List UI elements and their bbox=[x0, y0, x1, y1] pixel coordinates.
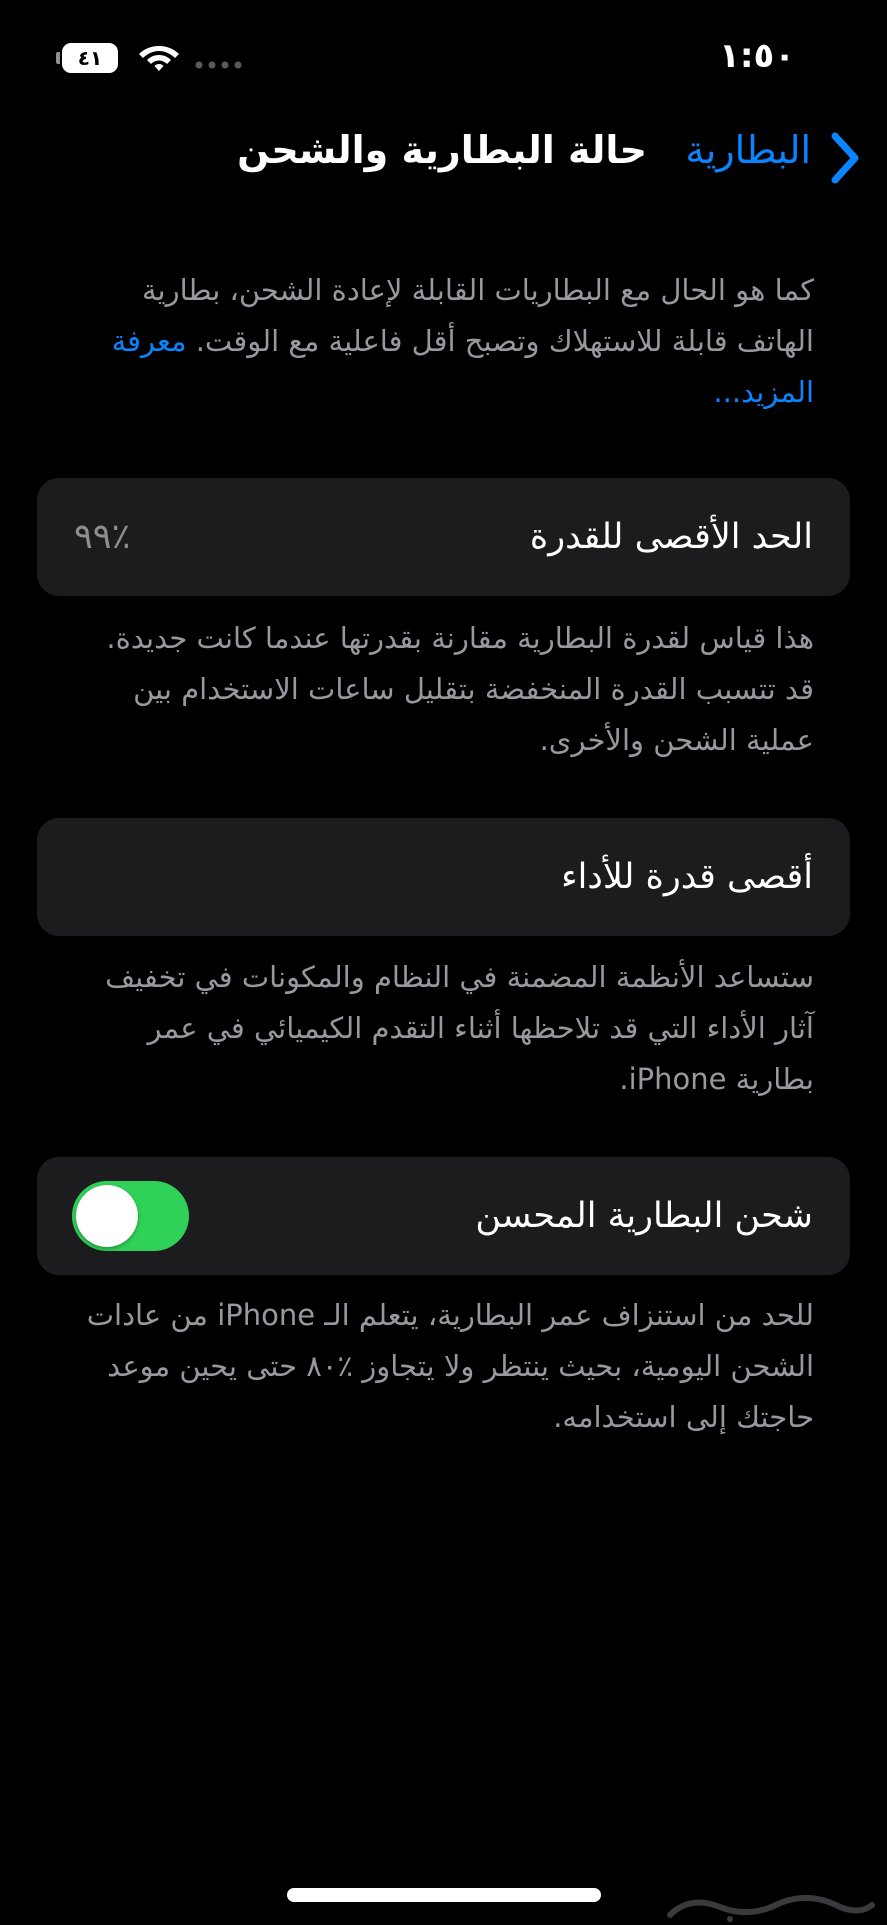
maximum-capacity-row: الحد الأقصى للقدرة ٪٩٩ bbox=[37, 478, 850, 596]
intro-text: كما هو الحال مع البطاريات القابلة لإعادة… bbox=[72, 265, 814, 418]
optimized-charging-toggle[interactable] bbox=[72, 1181, 189, 1251]
status-bar: ١:٥٠ ٤١ bbox=[0, 0, 887, 110]
optimized-charging-label: شحن البطارية المحسن bbox=[475, 1196, 813, 1236]
optimized-charging-row: شحن البطارية المحسن bbox=[37, 1157, 850, 1275]
watermark-logo bbox=[667, 1894, 875, 1922]
maximum-capacity-footer: هذا قياس لقدرة البطارية مقارنة بقدرتها ع… bbox=[106, 621, 814, 757]
maximum-capacity-value: ٪٩٩ bbox=[74, 517, 131, 557]
status-time: ١:٥٠ bbox=[719, 36, 795, 76]
peak-performance-footer: ستساعد الأنظمة المضمنة في النظام والمكون… bbox=[105, 960, 814, 1096]
battery-icon: ٤١ bbox=[56, 43, 118, 73]
home-indicator[interactable] bbox=[287, 1888, 601, 1902]
chevron-right-icon[interactable] bbox=[827, 130, 863, 186]
toggle-knob bbox=[76, 1185, 138, 1247]
cellular-signal-icon bbox=[195, 61, 242, 69]
intro-description: كما هو الحال مع البطاريات القابلة لإعادة… bbox=[141, 273, 814, 358]
page-title: حالة البطارية والشحن bbox=[237, 128, 647, 172]
peak-performance-label: أقصى قدرة للأداء bbox=[561, 857, 813, 897]
battery-level: ٤١ bbox=[77, 46, 103, 70]
peak-performance-row: أقصى قدرة للأداء bbox=[37, 818, 850, 936]
optimized-charging-footer: للحد من استنزاف عمر البطارية، يتعلم الـ … bbox=[86, 1298, 814, 1434]
back-button[interactable]: البطارية bbox=[685, 128, 811, 172]
navigation-bar: البطارية حالة البطارية والشحن bbox=[0, 120, 887, 190]
maximum-capacity-label: الحد الأقصى للقدرة bbox=[529, 517, 813, 557]
wifi-icon bbox=[139, 46, 179, 71]
